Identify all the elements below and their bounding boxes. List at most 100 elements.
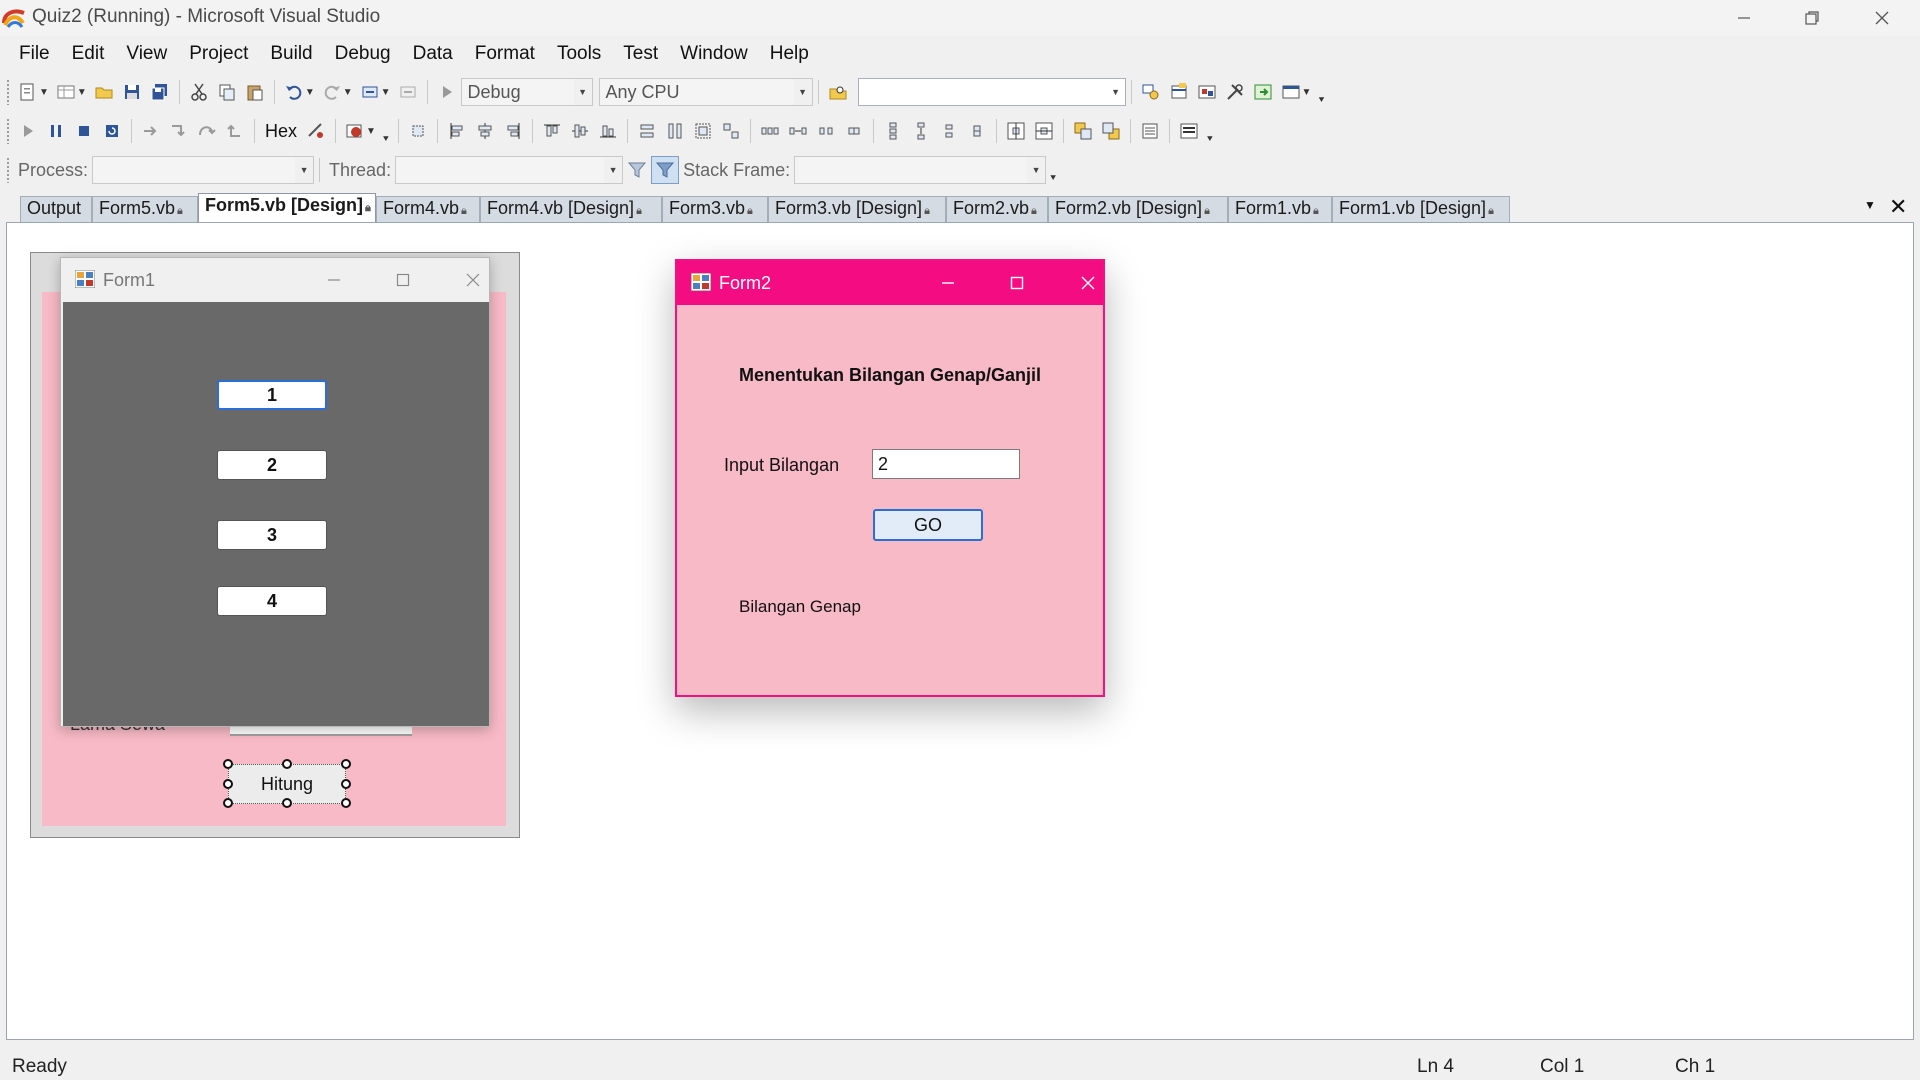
toolbox-icon[interactable] bbox=[1221, 78, 1249, 106]
toolbar-grip[interactable] bbox=[6, 79, 10, 105]
chevron-down-icon[interactable]: ▼ bbox=[305, 87, 315, 98]
toolbar-overflow-icon[interactable]: ⯆ bbox=[1314, 78, 1328, 106]
start-page-icon[interactable] bbox=[1249, 78, 1277, 106]
align-rights-icon[interactable] bbox=[499, 117, 527, 145]
toolbar-overflow-icon[interactable]: ⯆ bbox=[1046, 156, 1060, 184]
align-middles-icon[interactable] bbox=[566, 117, 594, 145]
menu-debug[interactable]: Debug bbox=[324, 39, 402, 69]
immediate-window-icon[interactable] bbox=[1277, 78, 1305, 106]
form2-title-bar[interactable]: Form2 bbox=[677, 261, 1103, 305]
form2-maximize-button[interactable] bbox=[997, 269, 1037, 297]
horizontal-spacing-equal-icon[interactable] bbox=[756, 117, 784, 145]
tab-form5-code[interactable]: Form5.vb 🔒︎ bbox=[92, 196, 198, 222]
align-bottoms-icon[interactable] bbox=[594, 117, 622, 145]
object-browser-icon[interactable] bbox=[1193, 78, 1221, 106]
chevron-down-icon[interactable]: ▼ bbox=[343, 87, 353, 98]
chevron-down-icon[interactable]: ▼ bbox=[1302, 87, 1312, 98]
decrease-vertical-spacing-icon[interactable] bbox=[935, 117, 963, 145]
find-combo[interactable]: ▼ bbox=[857, 78, 1126, 106]
hex-toggle[interactable]: Hex bbox=[260, 121, 302, 142]
toolbar-grip[interactable] bbox=[6, 157, 10, 183]
step-into-icon[interactable] bbox=[165, 117, 193, 145]
tab-form2-code[interactable]: Form2.vb 🔒︎ bbox=[946, 196, 1048, 222]
toggle-flag-icon[interactable] bbox=[651, 156, 680, 184]
resize-handle[interactable] bbox=[341, 759, 351, 769]
button-2[interactable]: 2 bbox=[217, 450, 327, 480]
tab-form3-code[interactable]: Form3.vb 🔒︎ bbox=[662, 196, 768, 222]
menu-tools[interactable]: Tools bbox=[546, 39, 612, 69]
breakpoints-window-icon[interactable] bbox=[341, 117, 369, 145]
stack-frame-combo[interactable]: ▼ bbox=[794, 156, 1047, 184]
toolbar-grip[interactable] bbox=[6, 118, 10, 144]
resize-handle[interactable] bbox=[282, 798, 292, 808]
navigate-forward-icon[interactable] bbox=[394, 78, 422, 106]
break-all-icon[interactable] bbox=[42, 117, 70, 145]
align-tops-icon[interactable] bbox=[538, 117, 566, 145]
tab-form4-code[interactable]: Form4.vb 🔒︎ bbox=[376, 196, 480, 222]
tab-form5-design[interactable]: Form5.vb [Design] 🔒︎ bbox=[198, 193, 376, 222]
menu-project[interactable]: Project bbox=[178, 39, 259, 69]
menu-format[interactable]: Format bbox=[464, 39, 546, 69]
make-same-width-icon[interactable] bbox=[633, 117, 661, 145]
menu-edit[interactable]: Edit bbox=[61, 39, 116, 69]
resize-handle[interactable] bbox=[223, 779, 233, 789]
toolbar-overflow-icon[interactable]: ⯆ bbox=[1203, 117, 1217, 145]
button-4[interactable]: 4 bbox=[217, 586, 327, 616]
align-to-grid-icon[interactable] bbox=[404, 117, 432, 145]
undo-icon[interactable] bbox=[280, 78, 308, 106]
menu-file[interactable]: File bbox=[8, 39, 61, 69]
go-button[interactable]: GO bbox=[873, 509, 983, 541]
tab-form3-design[interactable]: Form3.vb [Design] 🔒︎ bbox=[768, 196, 946, 222]
menu-data[interactable]: Data bbox=[402, 39, 464, 69]
tab-order-icon[interactable] bbox=[1136, 117, 1164, 145]
chevron-down-icon[interactable]: ▼ bbox=[77, 87, 87, 98]
thread-combo[interactable]: ▼ bbox=[395, 156, 624, 184]
menu-view[interactable]: View bbox=[115, 39, 178, 69]
close-button[interactable] bbox=[1848, 0, 1916, 36]
form1-minimize-button[interactable] bbox=[314, 266, 354, 294]
form1-close-button[interactable] bbox=[453, 266, 493, 294]
resize-handle[interactable] bbox=[223, 759, 233, 769]
resize-handle[interactable] bbox=[341, 798, 351, 808]
resize-handle[interactable] bbox=[341, 779, 351, 789]
process-combo[interactable]: ▼ bbox=[92, 156, 315, 184]
menu-build[interactable]: Build bbox=[259, 39, 323, 69]
chevron-down-icon[interactable]: ▼ bbox=[39, 87, 49, 98]
chevron-down-icon[interactable]: ▼ bbox=[366, 126, 376, 137]
paste-icon[interactable] bbox=[241, 78, 269, 106]
menu-test[interactable]: Test bbox=[612, 39, 669, 69]
menu-help[interactable]: Help bbox=[759, 39, 820, 69]
make-same-size-icon[interactable] bbox=[717, 117, 745, 145]
cut-icon[interactable] bbox=[185, 78, 213, 106]
stop-debugging-icon[interactable] bbox=[70, 117, 98, 145]
resize-handle[interactable] bbox=[223, 798, 233, 808]
toolbar-overflow-icon[interactable]: ⯆ bbox=[379, 117, 393, 145]
navigate-backward-icon[interactable] bbox=[356, 78, 384, 106]
remove-vertical-spacing-icon[interactable] bbox=[963, 117, 991, 145]
continue-icon[interactable] bbox=[14, 117, 42, 145]
form1-window[interactable]: Form1 1 2 3 4 bbox=[60, 257, 490, 727]
tab-form1-code[interactable]: Form1.vb 🔒︎ bbox=[1228, 196, 1332, 222]
button-1[interactable]: 1 bbox=[217, 380, 327, 410]
solution-configuration-combo[interactable]: Debug ▼ bbox=[460, 78, 593, 106]
step-out-icon[interactable] bbox=[221, 117, 249, 145]
tab-output[interactable]: Output bbox=[20, 196, 92, 222]
center-horizontally-icon[interactable] bbox=[1002, 117, 1030, 145]
increase-horizontal-spacing-icon[interactable] bbox=[784, 117, 812, 145]
save-all-icon[interactable] bbox=[146, 78, 174, 106]
lock-controls-icon[interactable] bbox=[1175, 117, 1203, 145]
add-item-icon[interactable] bbox=[52, 78, 80, 106]
find-in-files-icon[interactable] bbox=[824, 78, 852, 106]
increase-vertical-spacing-icon[interactable] bbox=[907, 117, 935, 145]
minimize-button[interactable] bbox=[1710, 0, 1778, 36]
properties-window-icon[interactable] bbox=[1165, 78, 1193, 106]
send-to-back-icon[interactable] bbox=[1097, 117, 1125, 145]
active-files-dropdown-icon[interactable]: ▼ bbox=[1864, 198, 1876, 212]
close-document-icon[interactable]: ✕ bbox=[1889, 194, 1907, 220]
open-folder-icon[interactable] bbox=[90, 78, 118, 106]
solution-explorer-icon[interactable] bbox=[1137, 78, 1165, 106]
redo-icon[interactable] bbox=[318, 78, 346, 106]
restore-button[interactable] bbox=[1778, 0, 1846, 36]
start-debugging-icon[interactable] bbox=[433, 78, 461, 106]
decrease-horizontal-spacing-icon[interactable] bbox=[812, 117, 840, 145]
